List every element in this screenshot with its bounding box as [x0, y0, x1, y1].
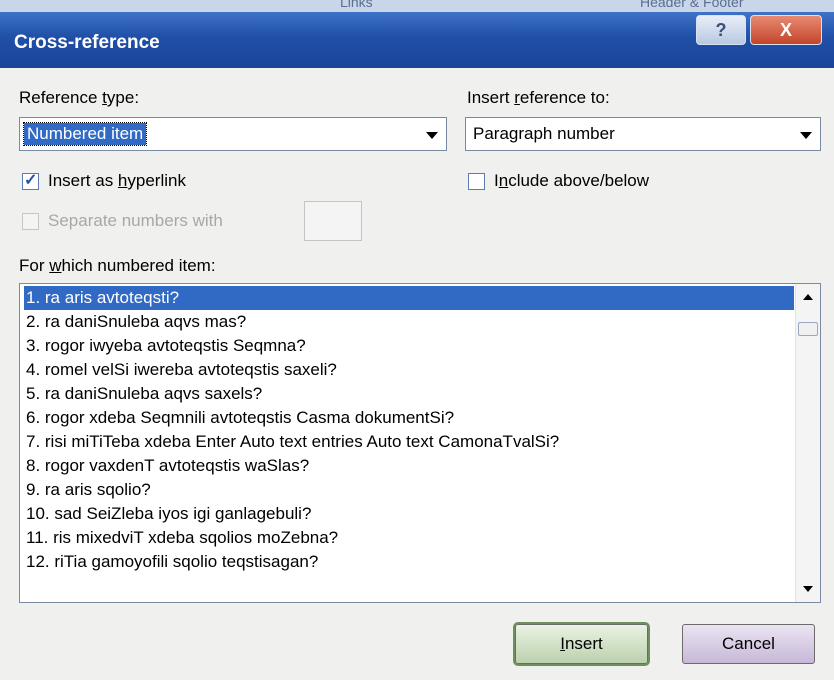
- help-icon: ?: [715, 19, 727, 40]
- list-item[interactable]: 1. ra aris avtoteqsti?: [24, 286, 794, 310]
- list-item[interactable]: 4. romel velSi iwereba avtoteqstis saxel…: [24, 358, 337, 382]
- close-button[interactable]: X: [750, 15, 822, 45]
- reference-type-label: Reference type:: [19, 88, 140, 107]
- title-bar: Cross-reference ? X: [0, 12, 834, 68]
- insert-reference-to-label: Insert reference to:: [467, 88, 610, 107]
- separate-numbers-label: Separate numbers with: [48, 211, 223, 230]
- list-item[interactable]: 5. ra daniSnuleba aqvs saxels?: [24, 382, 262, 406]
- items-list-label: For which numbered item:: [19, 256, 216, 275]
- numbered-items-listbox[interactable]: 1. ra aris avtoteqsti? 2. ra daniSnuleba…: [19, 283, 821, 603]
- vertical-scrollbar[interactable]: [795, 284, 820, 602]
- help-button[interactable]: ?: [696, 15, 746, 45]
- ribbon-tab-header-footer: Header & Footer: [640, 0, 744, 10]
- list-item[interactable]: 8. rogor vaxdenT avtoteqstis waSlas?: [24, 454, 309, 478]
- insert-as-hyperlink-checkbox[interactable]: ✓: [22, 172, 39, 190]
- dialog-title: Cross-reference: [14, 32, 160, 53]
- list-item[interactable]: 10. sad SeiZleba iyos igi ganlagebuli?: [24, 502, 311, 526]
- chevron-down-icon: [426, 132, 438, 139]
- scroll-up-icon[interactable]: [803, 294, 813, 300]
- separate-numbers-checkbox[interactable]: [22, 213, 39, 230]
- separator-input[interactable]: [304, 201, 362, 241]
- include-above-below-label[interactable]: Include above/below: [494, 171, 649, 191]
- checkmark-icon: ✓: [24, 172, 38, 189]
- include-above-below-checkbox[interactable]: [468, 173, 485, 190]
- list-item[interactable]: 6. rogor xdeba Seqmnili avtoteqstis Casm…: [24, 406, 454, 430]
- list-item[interactable]: 7. risi miTiTeba xdeba Enter Auto text e…: [24, 430, 559, 454]
- list-item[interactable]: 3. rogor iwyeba avtoteqstis Seqmna?: [24, 334, 306, 358]
- close-icon: X: [779, 19, 792, 40]
- list-item[interactable]: 12. riTia gamoyofili sqolio teqstisagan?: [24, 550, 318, 574]
- list-item[interactable]: 11. ris mixedviT xdeba sqolios moZebna?: [24, 526, 338, 550]
- reference-type-select[interactable]: Numbered item: [19, 117, 447, 151]
- cross-reference-dialog: Links Header & Footer Cross-reference ? …: [0, 0, 834, 680]
- insert-button[interactable]: Insert: [513, 622, 650, 666]
- list-item[interactable]: 2. ra daniSnuleba aqvs mas?: [24, 310, 246, 334]
- chevron-down-icon: [800, 132, 812, 139]
- list-item[interactable]: 9. ra aris sqolio?: [24, 478, 151, 502]
- insert-reference-to-value: Paragraph number: [473, 124, 615, 143]
- scrollbar-thumb[interactable]: [798, 322, 818, 336]
- scroll-down-icon[interactable]: [803, 586, 813, 592]
- ribbon-tab-links: Links: [340, 0, 373, 10]
- cancel-button[interactable]: Cancel: [682, 624, 815, 664]
- insert-reference-to-select[interactable]: Paragraph number: [465, 117, 821, 151]
- reference-type-value: Numbered item: [22, 122, 148, 146]
- insert-as-hyperlink-label[interactable]: Insert as hyperlink: [48, 171, 186, 191]
